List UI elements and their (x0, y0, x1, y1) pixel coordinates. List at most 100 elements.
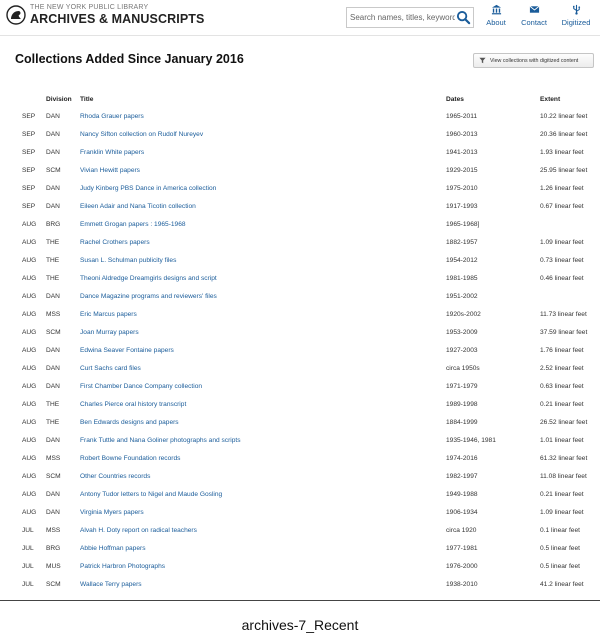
row-dates: 1927-2003 (446, 347, 478, 354)
usb-icon (572, 4, 580, 15)
row-title-link[interactable]: First Chamber Dance Company collection (80, 378, 202, 396)
header-division[interactable]: Division (46, 92, 72, 108)
brand[interactable]: THE NEW YORK PUBLIC LIBRARY ARCHIVES & M… (30, 4, 204, 26)
row-title-link[interactable]: Dance Magazine programs and reviewers' f… (80, 288, 217, 306)
row-dates: circa 1950s (446, 365, 480, 372)
row-title-link[interactable]: Judy Kinberg PBS Dance in America collec… (80, 180, 216, 198)
row-division: DAN (46, 113, 60, 120)
row-title-link[interactable]: Franklin White papers (80, 144, 144, 162)
row-title-link[interactable]: Alvah H. Doty report on radical teachers (80, 522, 197, 540)
row-title-link[interactable]: Frank Tuttle and Nana Goliner photograph… (80, 432, 241, 450)
row-title-link[interactable]: Virginia Myers papers (80, 504, 144, 522)
nav-about[interactable]: About (478, 4, 514, 27)
row-month: AUG (22, 275, 37, 282)
envelope-icon (529, 5, 539, 13)
row-title-link[interactable]: Vivian Hewitt papers (80, 162, 140, 180)
row-division: DAN (46, 383, 60, 390)
row-title-link[interactable]: Rhoda Grauer papers (80, 108, 144, 126)
search-box (346, 7, 474, 28)
row-title-link[interactable]: Emmett Grogan papers : 1965-1968 (80, 216, 186, 234)
row-month: AUG (22, 401, 37, 408)
row-month: AUG (22, 455, 37, 462)
row-extent: 61.32 linear feet (540, 455, 588, 462)
row-title-link[interactable]: Curt Sachs card files (80, 360, 141, 378)
row-month: JUL (22, 563, 34, 570)
row-month: AUG (22, 293, 37, 300)
row-title-link[interactable]: Abbie Hoffman papers (80, 540, 146, 558)
row-month: SEP (22, 203, 36, 210)
row-extent: 11.73 linear feet (540, 311, 587, 318)
row-title-link[interactable]: Patrick Harbron Photographs (80, 558, 165, 576)
table-body: SEP DAN Rhoda Grauer papers 1965-2011 10.22 … (0, 108, 600, 594)
row-division: DAN (46, 149, 60, 156)
row-division: THE (46, 239, 60, 246)
row-month: SEP (22, 131, 36, 138)
row-title-link[interactable]: Joan Murray papers (80, 324, 139, 342)
table-row: AUG SCM Other Countries records 1982-1997 11… (0, 468, 600, 486)
row-division: MSS (46, 455, 61, 462)
row-dates: 1938-2010 (446, 581, 478, 588)
row-extent: 11.08 linear feet (540, 473, 587, 480)
nav-about-label: About (486, 18, 506, 27)
nypl-lion-logo-icon[interactable] (6, 5, 26, 25)
row-title-link[interactable]: Theoni Aldredge Dreamgirls designs and s… (80, 270, 217, 288)
row-division: BRG (46, 545, 61, 552)
row-title-link[interactable]: Ben Edwards designs and papers (80, 414, 179, 432)
table-row: AUG BRG Emmett Grogan papers : 1965-1968 19… (0, 216, 600, 234)
row-title-link[interactable]: Eric Marcus papers (80, 306, 137, 324)
row-dates: 1906-1934 (446, 509, 478, 516)
header-title[interactable]: Title (80, 92, 93, 108)
row-dates: 1917-1993 (446, 203, 478, 210)
row-extent: 25.95 linear feet (540, 167, 588, 174)
row-division: MSS (46, 527, 61, 534)
table-row: AUG DAN Edwina Seaver Fontaine papers 1927-… (0, 342, 600, 360)
row-division: DAN (46, 293, 60, 300)
row-title-link[interactable]: Nancy Sifton collection on Rudolf Nureye… (80, 126, 203, 144)
row-division: THE (46, 401, 60, 408)
row-division: SCM (46, 167, 61, 174)
site-header: THE NEW YORK PUBLIC LIBRARY ARCHIVES & M… (0, 0, 600, 36)
row-month: JUL (22, 581, 34, 588)
table-row: SEP SCM Vivian Hewitt papers 1929-2015 25.95… (0, 162, 600, 180)
nav-contact[interactable]: Contact (516, 4, 552, 27)
view-digitized-button[interactable]: View collections with digitized content (473, 53, 594, 68)
row-dates: 1971-1979 (446, 383, 478, 390)
table-row: JUL SCM Wallace Terry papers 1938-2010 41.2 … (0, 576, 600, 594)
nav-digitized[interactable]: Digitized (558, 4, 594, 27)
filter-icon (479, 57, 486, 64)
search-icon[interactable] (456, 10, 471, 25)
row-division: SCM (46, 473, 61, 480)
row-title-link[interactable]: Eileen Adair and Nana Ticotin collection (80, 198, 196, 216)
row-month: SEP (22, 167, 36, 174)
row-title-link[interactable]: Susan L. Schulman publicity files (80, 252, 176, 270)
row-month: AUG (22, 221, 37, 228)
row-month: AUG (22, 347, 37, 354)
row-title-link[interactable]: Other Countries records (80, 468, 150, 486)
header-dates[interactable]: Dates (446, 92, 464, 108)
row-title-link[interactable]: Antony Tudor letters to Nigel and Maude … (80, 486, 222, 504)
view-digitized-label: View collections with digitized content (490, 57, 579, 64)
row-division: MUS (46, 563, 61, 570)
row-month: AUG (22, 437, 37, 444)
row-month: AUG (22, 239, 37, 246)
search-input[interactable] (347, 8, 455, 27)
row-extent: 0.5 linear feet (540, 563, 580, 570)
header-extent[interactable]: Extent (540, 92, 560, 108)
row-month: AUG (22, 329, 37, 336)
row-month: AUG (22, 257, 37, 264)
row-dates: 1974-2016 (446, 455, 478, 462)
row-title-link[interactable]: Robert Bowne Foundation records (80, 450, 180, 468)
row-division: DAN (46, 437, 60, 444)
row-dates: 1960-2013 (446, 131, 478, 138)
table-row: AUG SCM Joan Murray papers 1953-2009 37.59 l… (0, 324, 600, 342)
row-title-link[interactable]: Rachel Crothers papers (80, 234, 150, 252)
row-dates: 1949-1988 (446, 491, 478, 498)
table-row: SEP DAN Eileen Adair and Nana Ticotin coll… (0, 198, 600, 216)
row-title-link[interactable]: Edwina Seaver Fontaine papers (80, 342, 174, 360)
row-title-link[interactable]: Wallace Terry papers (80, 576, 142, 594)
row-month: SEP (22, 149, 36, 156)
row-extent: 10.22 linear feet (540, 113, 588, 120)
nav-digitized-label: Digitized (561, 18, 591, 27)
row-title-link[interactable]: Charles Pierce oral history transcript (80, 396, 186, 414)
row-dates: 1882-1957 (446, 239, 478, 246)
